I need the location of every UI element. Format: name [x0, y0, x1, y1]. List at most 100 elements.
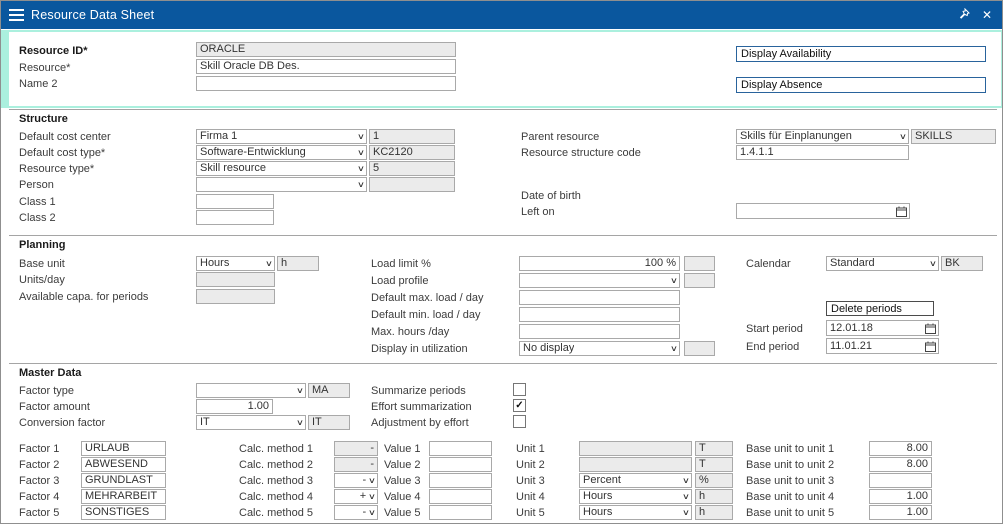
value-field[interactable]: [429, 441, 492, 456]
default-min-load-field[interactable]: [519, 307, 680, 322]
delete-periods-button[interactable]: Delete periods: [826, 301, 934, 316]
load-profile-select[interactable]: ∨: [519, 273, 680, 288]
end-period-field[interactable]: 11.01.21: [826, 338, 939, 354]
master-data-section-header: Master Data: [19, 367, 81, 379]
factor-name-field[interactable]: URLAUB: [81, 441, 166, 456]
available-capa-field: [196, 289, 275, 304]
conversion-factor-select[interactable]: IT ∨: [196, 415, 306, 430]
available-capa-label: Available capa. for periods: [19, 291, 148, 304]
calendar-icon[interactable]: [925, 341, 936, 352]
factor-name-field[interactable]: GRUNDLAST: [81, 473, 166, 488]
base-unit-to-unit-label: Base unit to unit 2: [746, 459, 834, 472]
base-unit-to-unit-field[interactable]: 8.00: [869, 457, 932, 472]
hamburger-icon: [9, 9, 24, 11]
window-title: Resource Data Sheet: [31, 8, 154, 22]
unit-select[interactable]: Hours ∨: [579, 505, 692, 520]
factor-type-code: MA: [308, 383, 350, 398]
base-unit-to-unit-field[interactable]: 8.00: [869, 441, 932, 456]
load-profile-label: Load profile: [371, 275, 429, 288]
parent-resource-code: SKILLS: [911, 129, 996, 144]
hamburger-icon: [9, 14, 24, 16]
calc-method-select[interactable]: - ∨: [334, 473, 378, 488]
menu-button[interactable]: [1, 1, 31, 29]
calendar-select[interactable]: Standard ∨: [826, 256, 939, 271]
left-on-field[interactable]: [736, 203, 910, 219]
start-period-label: Start period: [746, 323, 803, 336]
person-select[interactable]: ∨: [196, 177, 367, 192]
class2-label: Class 2: [19, 212, 56, 225]
display-in-utilization-select[interactable]: No display ∨: [519, 341, 680, 356]
base-unit-to-unit-field[interactable]: [869, 473, 932, 488]
factor-type-label: Factor type: [19, 385, 74, 398]
chevron-down-icon: ∨: [357, 130, 365, 143]
close-button[interactable]: ✕: [982, 9, 992, 21]
hamburger-icon: [9, 19, 24, 21]
units-day-label: Units/day: [19, 274, 65, 287]
resource-type-code: 5: [369, 161, 455, 176]
factor-name-field[interactable]: ABWESEND: [81, 457, 166, 472]
calc-method-select[interactable]: - ∨: [334, 505, 378, 520]
unit-label: Unit 4: [516, 491, 545, 504]
value-field[interactable]: [429, 505, 492, 520]
value-label: Value 2: [384, 459, 421, 472]
class2-field[interactable]: [196, 210, 274, 225]
unit-field: [579, 441, 692, 456]
factor-type-select[interactable]: ∨: [196, 383, 306, 398]
calc-method-label: Calc. method 5: [239, 507, 313, 520]
display-availability-button[interactable]: Display Availability: [736, 46, 986, 62]
summarize-periods-checkbox[interactable]: [513, 383, 526, 396]
calc-method-label: Calc. method 2: [239, 459, 313, 472]
factor-amount-field[interactable]: 1.00: [196, 399, 273, 414]
load-limit-field[interactable]: 100 %: [519, 256, 680, 271]
adjustment-by-effort-checkbox[interactable]: [513, 415, 526, 428]
chevron-down-icon: ∨: [682, 506, 690, 519]
adjustment-by-effort-label: Adjustment by effort: [371, 417, 469, 430]
default-cost-type-select[interactable]: Software-Entwicklung ∨: [196, 145, 367, 160]
load-profile-aux-field: [684, 273, 715, 288]
class1-field[interactable]: [196, 194, 274, 209]
factor-amount-label: Factor amount: [19, 401, 90, 414]
factor-name-field[interactable]: SONSTIGES: [81, 505, 166, 520]
unit-select[interactable]: Percent ∨: [579, 473, 692, 488]
resource-type-select[interactable]: Skill resource ∨: [196, 161, 367, 176]
default-max-load-field[interactable]: [519, 290, 680, 305]
factor-name-field[interactable]: MEHRARBEIT: [81, 489, 166, 504]
value-field[interactable]: [429, 457, 492, 472]
name2-label: Name 2: [19, 78, 58, 91]
base-unit-to-unit-label: Base unit to unit 1: [746, 443, 834, 456]
value-label: Value 3: [384, 475, 421, 488]
factor-label: Factor 4: [19, 491, 59, 504]
calendar-icon[interactable]: [925, 323, 936, 334]
chevron-down-icon: ∨: [368, 506, 376, 519]
name2-field[interactable]: [196, 76, 456, 91]
summarize-periods-label: Summarize periods: [371, 385, 466, 398]
calendar-icon[interactable]: [896, 206, 907, 217]
chevron-down-icon: ∨: [929, 257, 937, 270]
unit-select[interactable]: Hours ∨: [579, 489, 692, 504]
resource-structure-code-label: Resource structure code: [521, 147, 641, 160]
pin-button[interactable]: [958, 8, 970, 22]
base-unit-select[interactable]: Hours ∨: [196, 256, 275, 271]
base-unit-code: h: [277, 256, 319, 271]
calc-method-label: Calc. method 1: [239, 443, 313, 456]
calc-method-select[interactable]: + ∨: [334, 489, 378, 504]
section-divider: [9, 109, 997, 110]
parent-resource-select[interactable]: Skills für Einplanungen ∨: [736, 129, 909, 144]
effort-summarization-checkbox[interactable]: ✓: [513, 399, 526, 412]
default-cost-center-select[interactable]: Firma 1 ∨: [196, 129, 367, 144]
unit-code-field: h: [695, 489, 733, 504]
chevron-down-icon: ∨: [265, 257, 273, 270]
start-period-field[interactable]: 12.01.18: [826, 320, 939, 336]
load-limit-aux-field: [684, 256, 715, 271]
chevron-down-icon: ∨: [296, 384, 304, 397]
resource-structure-code-field[interactable]: 1.4.1.1: [736, 145, 909, 160]
value-field[interactable]: [429, 489, 492, 504]
display-absence-button[interactable]: Display Absence: [736, 77, 986, 93]
resource-field[interactable]: Skill Oracle DB Des.: [196, 59, 456, 74]
planning-section-header: Planning: [19, 239, 65, 251]
value-field[interactable]: [429, 473, 492, 488]
base-unit-to-unit-field[interactable]: 1.00: [869, 489, 932, 504]
default-min-load-label: Default min. load / day: [371, 309, 480, 322]
max-hours-day-field[interactable]: [519, 324, 680, 339]
base-unit-to-unit-field[interactable]: 1.00: [869, 505, 932, 520]
